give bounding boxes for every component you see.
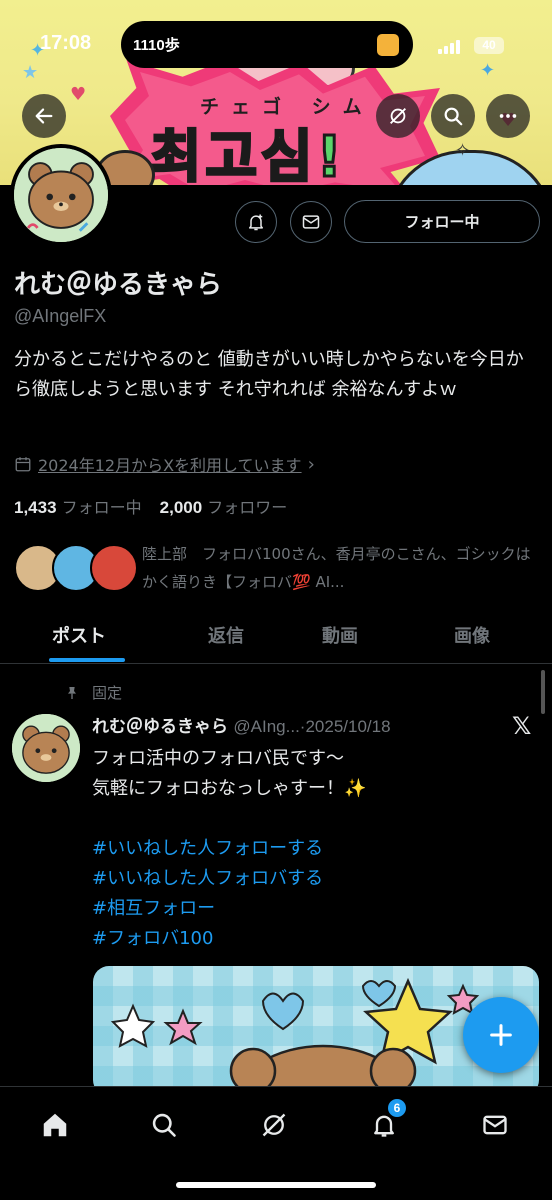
status-time: 17:08 (40, 32, 92, 54)
more-horizontal-icon (499, 114, 517, 118)
joined-date[interactable]: 2024年12月からXを利用しています › (14, 452, 315, 476)
followers-count-link[interactable]: 2,000 フォロワー (160, 494, 288, 518)
plus-icon (490, 1024, 512, 1046)
profile-tabs: ポスト 返信 動画 画像 (0, 610, 552, 664)
post-header: れむ＠ゆるきゃら @AIng...·2025/10/18 (92, 712, 391, 737)
search-icon (152, 1113, 176, 1137)
post-hashtags: #いいねした人フォローする #いいねした人フォロバする #相互フォロー #フォロ… (92, 834, 323, 954)
bell-plus-icon (249, 214, 263, 231)
x-logo-icon: 𝕏 (512, 712, 532, 740)
status-bar: 17:08 1110歩 40 (0, 20, 552, 70)
subscribe-notifications-button[interactable] (235, 201, 277, 243)
tab-media[interactable]: 画像 (454, 622, 490, 648)
sparkle-icon: ✧ (455, 140, 471, 161)
pinned-text: 固定 (92, 684, 123, 702)
nav-grok[interactable] (254, 1105, 294, 1145)
following-count: 1,433 (14, 498, 57, 517)
app-icon (377, 34, 399, 56)
post-text: フォロ活中のフォロバ民です〜 気軽にフォロおなっしゃすー！✨ (92, 744, 532, 804)
profile-avatar[interactable] (10, 144, 112, 246)
nav-search[interactable] (144, 1105, 184, 1145)
compose-post-button[interactable] (463, 997, 539, 1073)
following-label: フォロー中 (61, 498, 142, 517)
followers-count: 2,000 (159, 498, 203, 517)
post-text-line: 気軽にフォロおなっしゃすー！✨ (92, 778, 367, 799)
bear-avatar-icon (12, 714, 80, 782)
step-count: 1110歩 (133, 37, 180, 54)
hashtag-link[interactable]: #いいねした人フォローする (92, 834, 323, 864)
banner-big-text: 최고심! (148, 124, 347, 186)
profile-handle: @AIngelFX (14, 306, 107, 326)
nav-home[interactable] (35, 1105, 75, 1145)
post-author-avatar[interactable] (12, 714, 80, 782)
nav-notifications[interactable]: 6 (364, 1099, 406, 1145)
more-button[interactable] (486, 94, 530, 138)
notification-badge: 6 (388, 1099, 406, 1117)
calendar-icon (15, 457, 31, 472)
hashtag-link[interactable]: #フォロバ100 (92, 924, 323, 954)
joined-text: 2024年12月からXを利用しています (38, 456, 302, 475)
known-follower-avatar (90, 544, 138, 592)
chevron-right-icon: › (307, 453, 315, 475)
profile-name: れむ＠ゆるきゃら (14, 270, 223, 300)
grok-button[interactable] (376, 94, 420, 138)
scrollbar[interactable] (541, 670, 545, 714)
back-button[interactable] (22, 94, 66, 138)
home-indicator[interactable] (176, 1182, 376, 1188)
profile-bio: 分かるとこだけやるのと 値動きがいい時しかやらないを今日から徹底しようと思います… (14, 349, 524, 400)
post-handle-date[interactable]: @AIng...·2025/10/18 (233, 717, 390, 736)
post-text-line: フォロ活中のフォロバ民です〜 (92, 748, 344, 769)
battery-icon: 40 (474, 37, 504, 54)
nav-messages[interactable] (475, 1105, 515, 1145)
post-author-name[interactable]: れむ＠ゆるきゃら (92, 717, 228, 737)
arrow-left-icon (35, 108, 53, 124)
pinned-label: 固定 (64, 682, 122, 703)
envelope-icon (483, 1115, 507, 1135)
follow-counts: 1,433 フォロー中 2,000 フォロワー (14, 494, 287, 518)
heart-icon: ♥ (70, 84, 87, 105)
dynamic-island[interactable]: 1110歩 (121, 21, 413, 68)
tab-replies[interactable]: 返信 (208, 622, 244, 648)
bear-avatar-icon (14, 148, 108, 242)
envelope-icon (302, 215, 320, 229)
tab-videos[interactable]: 動画 (322, 622, 358, 648)
grok-icon (262, 1113, 286, 1137)
message-button[interactable] (290, 201, 332, 243)
following-button[interactable]: フォロー中 (344, 200, 540, 243)
active-tab-indicator (49, 658, 125, 662)
followers-label: フォロワー (207, 498, 288, 517)
known-followers-text: 陸上部 フォロバ100さん、香月亭のこさん、ゴシックはかく語りき【フォロバ💯 A… (142, 545, 531, 591)
cellular-signal-icon (438, 40, 462, 54)
hashtag-link[interactable]: #相互フォロー (92, 894, 323, 924)
search-icon (444, 107, 463, 126)
hashtag-link[interactable]: #いいねした人フォロバする (92, 864, 323, 894)
tab-posts[interactable]: ポスト (52, 622, 106, 648)
pin-icon (68, 686, 76, 699)
grok-icon (390, 108, 406, 124)
search-button[interactable] (431, 94, 475, 138)
home-icon (43, 1113, 67, 1137)
following-count-link[interactable]: 1,433 フォロー中 (14, 494, 142, 518)
known-followers[interactable]: 陸上部 フォロバ100さん、香月亭のこさん、ゴシックはかく語りき【フォロバ💯 A… (14, 540, 538, 600)
